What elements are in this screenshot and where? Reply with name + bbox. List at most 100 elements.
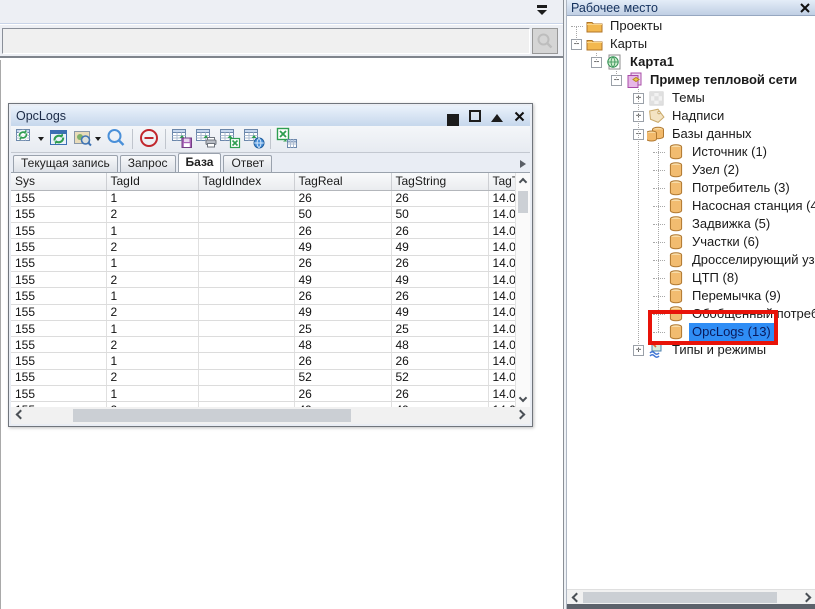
print-table-button[interactable] [194, 127, 218, 151]
tree-item-label: Перемычка (9) [689, 287, 784, 305]
remove-filter-button[interactable] [137, 127, 161, 151]
save-table-button[interactable] [170, 127, 194, 151]
toolbar-separator [165, 129, 166, 149]
dropdown-caret-icon[interactable] [95, 137, 101, 141]
column-header[interactable]: TagId [106, 173, 198, 190]
toolbar-separator [132, 129, 133, 149]
table-cell: 50 [294, 206, 391, 222]
opclogs-table: SysTagIdTagIdIndexTagRealTagStringTagTim… [11, 173, 516, 407]
tree-item-label: Карта1 [627, 53, 677, 71]
column-header[interactable]: TagString [391, 173, 488, 190]
scroll-left-icon[interactable] [572, 593, 582, 603]
table-cell: 155 [11, 206, 106, 222]
table-row[interactable]: 1551262614.05 [11, 190, 515, 206]
tab-4[interactable]: Ответ [223, 155, 272, 172]
table-row[interactable]: 1551262614.05 [11, 255, 515, 271]
tree-item-1[interactable]: Проекты [567, 17, 815, 35]
dropdown-caret-icon[interactable] [38, 137, 44, 141]
column-header[interactable]: TagTime [488, 173, 515, 190]
table-cell: 49 [294, 304, 391, 320]
tab-2[interactable]: Запрос [120, 155, 176, 172]
horizontal-scrollbar[interactable] [11, 407, 530, 424]
tree-item-16[interactable]: Перемычка (9) [567, 287, 815, 305]
tree-horizontal-scrollbar[interactable] [567, 589, 815, 604]
search-button[interactable] [532, 28, 558, 54]
tree-item-13[interactable]: Участки (6) [567, 233, 815, 251]
table-row[interactable]: 1551262614.05 [11, 288, 515, 304]
tree-item-4[interactable]: −Пример тепловой сети [567, 71, 815, 89]
tree-item-6[interactable]: +Надписи [567, 107, 815, 125]
tree-item-8[interactable]: Источник (1) [567, 143, 815, 161]
panel-close-button[interactable] [799, 2, 811, 14]
opclogs-titlebar[interactable]: OpcLogs [11, 106, 530, 126]
table-cell [198, 386, 294, 402]
refresh-window-button[interactable] [47, 127, 71, 151]
maximize-button[interactable] [469, 110, 481, 122]
toolbar-overflow-icon[interactable] [535, 4, 549, 18]
column-header[interactable]: TagIdIndex [198, 173, 294, 190]
table-row[interactable]: 1551262614.05 [11, 386, 515, 402]
tree-scroll-thumb[interactable] [583, 592, 777, 603]
horizontal-scroll-thumb[interactable] [73, 409, 351, 422]
tree-item-11[interactable]: Насосная станция (4) [567, 197, 815, 215]
workspace-panel-header: Рабочее место [567, 0, 815, 16]
table-row[interactable]: 1551252514.05 [11, 320, 515, 336]
table-cell: 26 [391, 386, 488, 402]
tree-item-9[interactable]: Узел (2) [567, 161, 815, 179]
table-row[interactable]: 1552494914.05 [11, 271, 515, 287]
tree-item-15[interactable]: ЦТП (8) [567, 269, 815, 287]
table-cell: 48 [391, 337, 488, 353]
tree-item-7[interactable]: −Базы данных [567, 125, 815, 143]
minimize-button[interactable] [447, 110, 459, 122]
table-cell [198, 239, 294, 255]
tree-item-19[interactable]: +Типы и режимы [567, 341, 815, 359]
scroll-up-icon[interactable] [519, 178, 527, 186]
scroll-left-icon[interactable] [16, 410, 26, 420]
table-cell: 1 [106, 255, 198, 271]
scroll-right-icon[interactable] [802, 593, 812, 603]
table-row[interactable]: 1552494914.05 [11, 239, 515, 255]
table-row[interactable]: 1552494914.05 [11, 304, 515, 320]
vertical-scroll-thumb[interactable] [518, 191, 528, 213]
vertical-scrollbar[interactable] [515, 173, 530, 407]
tree-item-10[interactable]: Потребитель (3) [567, 179, 815, 197]
excel-import-button[interactable] [275, 127, 299, 151]
column-header[interactable]: TagReal [294, 173, 391, 190]
export-web-button[interactable] [242, 127, 266, 151]
tree-item-label: Дросселирующий узел (7) [689, 251, 815, 269]
scroll-down-icon[interactable] [519, 394, 527, 402]
tree-dotted-line [653, 242, 665, 243]
table-row[interactable]: 1552484814.05 [11, 337, 515, 353]
tree-item-17[interactable]: Обобщенный потребитель (10) [567, 305, 815, 323]
tree-item-5[interactable]: +Темы [567, 89, 815, 107]
table-row[interactable]: 1551262614.05 [11, 353, 515, 369]
tree-item-3[interactable]: −Карта1 [567, 53, 815, 71]
tab-scroll-right-icon[interactable] [520, 160, 526, 168]
table-cell: 155 [11, 353, 106, 369]
search-input[interactable] [2, 28, 530, 54]
table-row[interactable]: 1552505014.05 [11, 206, 515, 222]
tab-1[interactable]: Текущая запись [13, 155, 118, 172]
search-magnifier-button[interactable] [104, 127, 128, 151]
tree-item-2[interactable]: −Карты [567, 35, 815, 53]
folder-icon [585, 36, 603, 52]
requery-table-button[interactable] [14, 127, 38, 151]
tree-item-14[interactable]: Дросселирующий узел (7) [567, 251, 815, 269]
table-row[interactable]: 1551262614.05 [11, 223, 515, 239]
tree-item-18[interactable]: OpcLogs (13) [567, 323, 815, 341]
minimize-icon [447, 114, 459, 126]
table-cell [198, 369, 294, 385]
tree-item-12[interactable]: Задвижка (5) [567, 215, 815, 233]
column-header[interactable]: Sys [11, 173, 106, 190]
folder-icon [585, 18, 603, 34]
preview-image-button[interactable] [71, 127, 95, 151]
tab-3[interactable]: База [178, 153, 222, 172]
layers-icon [625, 72, 643, 88]
close-icon [514, 111, 525, 122]
pin-button[interactable] [491, 110, 503, 122]
close-button[interactable] [513, 110, 525, 122]
scroll-right-icon[interactable] [516, 410, 526, 420]
table-cell: 155 [11, 369, 106, 385]
table-row[interactable]: 1552525214.05 [11, 369, 515, 385]
export-excel-button[interactable] [218, 127, 242, 151]
